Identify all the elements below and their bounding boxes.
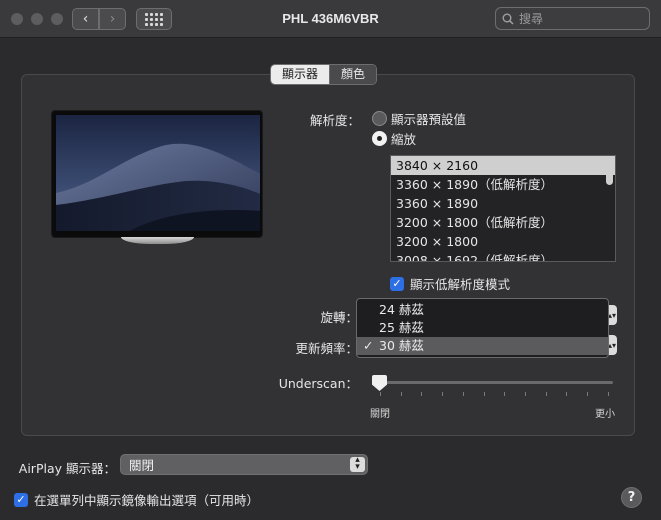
refresh-rate-label: 更新頻率： [295,341,358,356]
resolution-option[interactable]: 3840 × 2160 [391,156,615,175]
slider-tick [524,392,526,396]
slider-tick [442,392,444,396]
desktop-wallpaper [55,114,261,232]
airplay-display-popup[interactable]: 關閉 ▴ ▾ [120,454,368,475]
resolution-label: 解析度： [309,113,360,128]
menu-item-30hz[interactable]: ✓ 30 赫茲 [357,337,608,355]
underscan-max-label: 更小 [595,409,615,420]
check-icon: ✓ [363,338,374,353]
radio-default-label: 顯示器預設值 [391,112,467,127]
slider-tick [400,392,402,396]
tab-display[interactable]: 顯示器 [271,65,330,84]
airplay-value: 關閉 [129,458,155,473]
low-res-mode-label: 顯示低解析度模式 [410,277,511,292]
refresh-rate-menu[interactable]: 24 赫茲 25 赫茲 ✓ 30 赫茲 [356,298,609,358]
resolution-list-scrollbar[interactable] [606,159,613,185]
rotation-label: 旋轉： [320,310,358,325]
airplay-label: AirPlay 顯示器： [18,461,116,476]
slider-tick [587,392,588,396]
slider-tick [545,392,547,396]
radio-scaled-label: 縮放 [391,132,417,147]
resolution-option[interactable]: 3200 × 1800（低解析度） [391,213,615,232]
radio-button[interactable] [372,111,387,126]
resolution-list[interactable]: 3840 × 2160 3360 × 1890（低解析度） 3360 × 189… [390,155,616,262]
chevron-updown-icon: ▴ ▾ [350,456,365,472]
resolution-option[interactable]: 3360 × 1890（低解析度） [391,175,615,194]
mirroring-menu-checkbox[interactable]: ✓ 在選單列中顯示鏡像輸出選項（可用時） [14,490,259,509]
slider-tick [483,392,485,396]
mirroring-menu-label: 在選單列中顯示鏡像輸出選項（可用時） [34,493,260,508]
resolution-option[interactable]: 3008 × 1692（低解析度） [391,251,615,261]
underscan-label: Underscan： [278,376,358,391]
check-icon[interactable]: ✓ [14,492,28,507]
slider-tick [504,392,506,396]
slider-tick [607,392,609,396]
slider-tick [421,392,423,396]
underscan-min-label: 關閉 [370,409,390,420]
magnifier-icon [502,13,514,25]
low-res-mode-checkbox[interactable]: ✓ 顯示低解析度模式 [390,274,510,293]
search-field[interactable]: 搜尋 [495,7,650,30]
slider-tick [462,392,464,396]
check-icon[interactable]: ✓ [390,276,404,291]
resolution-option[interactable]: 3360 × 1890 [391,194,615,213]
menu-item-25hz[interactable]: 25 赫茲 [357,319,608,337]
radio-button-selected[interactable] [372,131,387,146]
menu-item-24hz[interactable]: 24 赫茲 [357,301,608,319]
radio-default-for-display[interactable]: 顯示器預設值 [372,109,466,128]
radio-scaled[interactable]: 縮放 [372,129,416,148]
underscan-slider-track[interactable] [376,381,613,384]
monitor-illustration [51,110,263,238]
resolution-option[interactable]: 3200 × 1800 [391,232,615,251]
slider-tick [380,392,381,396]
segmented-tabs: 顯示器 顏色 [270,64,378,85]
title-bar: ‹ › PHL 436M6VBR 搜尋 [0,0,661,38]
slider-tick [566,392,568,396]
search-placeholder: 搜尋 [519,12,544,26]
tab-color[interactable]: 顏色 [329,65,377,84]
help-button[interactable]: ? [621,487,642,508]
